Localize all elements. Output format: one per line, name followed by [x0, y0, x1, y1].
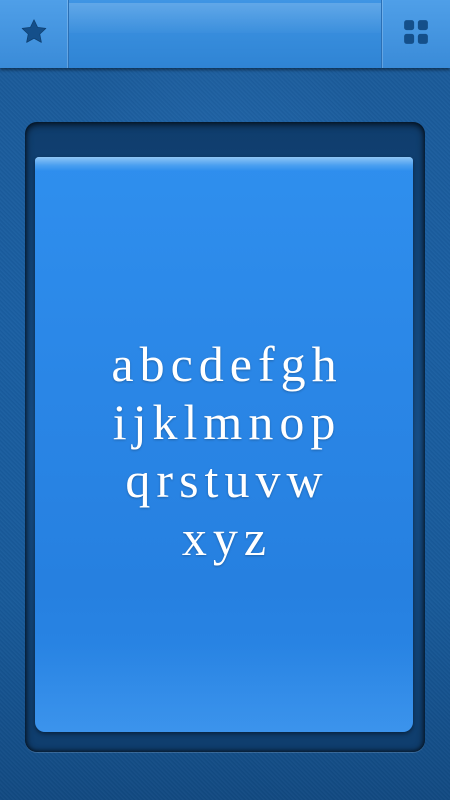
letter-row: ijklmnop — [35, 393, 413, 451]
letter: g — [280, 336, 306, 392]
grid-icon — [401, 17, 431, 52]
letter: i — [112, 394, 127, 450]
letter-row: xyz — [35, 509, 413, 567]
alphabet-card[interactable]: abcdefghijklmnopqrstuvwxyz — [35, 157, 413, 732]
letter: s — [179, 452, 199, 508]
letter: e — [229, 336, 252, 392]
letter: h — [311, 336, 337, 392]
favorites-button[interactable] — [0, 0, 69, 68]
letter-row: abcdefgh — [35, 335, 413, 393]
app-screen: abcdefghijklmnopqrstuvwxyz — [0, 0, 450, 800]
letter: q — [125, 452, 151, 508]
letter: y — [212, 510, 238, 566]
letter: w — [286, 452, 323, 508]
letter: z — [243, 510, 267, 566]
letter: c — [170, 336, 193, 392]
letter: f — [257, 336, 275, 392]
letter: l — [183, 394, 198, 450]
toolbar-title-area — [69, 0, 381, 68]
letter: b — [139, 336, 165, 392]
letter: t — [204, 452, 219, 508]
letter: p — [310, 394, 336, 450]
letter: m — [203, 394, 243, 450]
letter: r — [156, 452, 174, 508]
star-icon — [19, 17, 49, 52]
letter: d — [198, 336, 224, 392]
letter: u — [224, 452, 250, 508]
letter: j — [132, 394, 147, 450]
letter: k — [152, 394, 178, 450]
letter: a — [111, 336, 134, 392]
letter: x — [181, 510, 207, 566]
letter: n — [248, 394, 274, 450]
alphabet-letters: abcdefghijklmnopqrstuvwxyz — [35, 335, 413, 567]
letter: v — [255, 452, 281, 508]
letter: o — [279, 394, 305, 450]
top-toolbar — [0, 0, 450, 68]
letter-row: qrstuvw — [35, 451, 413, 509]
menu-grid-button[interactable] — [381, 0, 450, 68]
